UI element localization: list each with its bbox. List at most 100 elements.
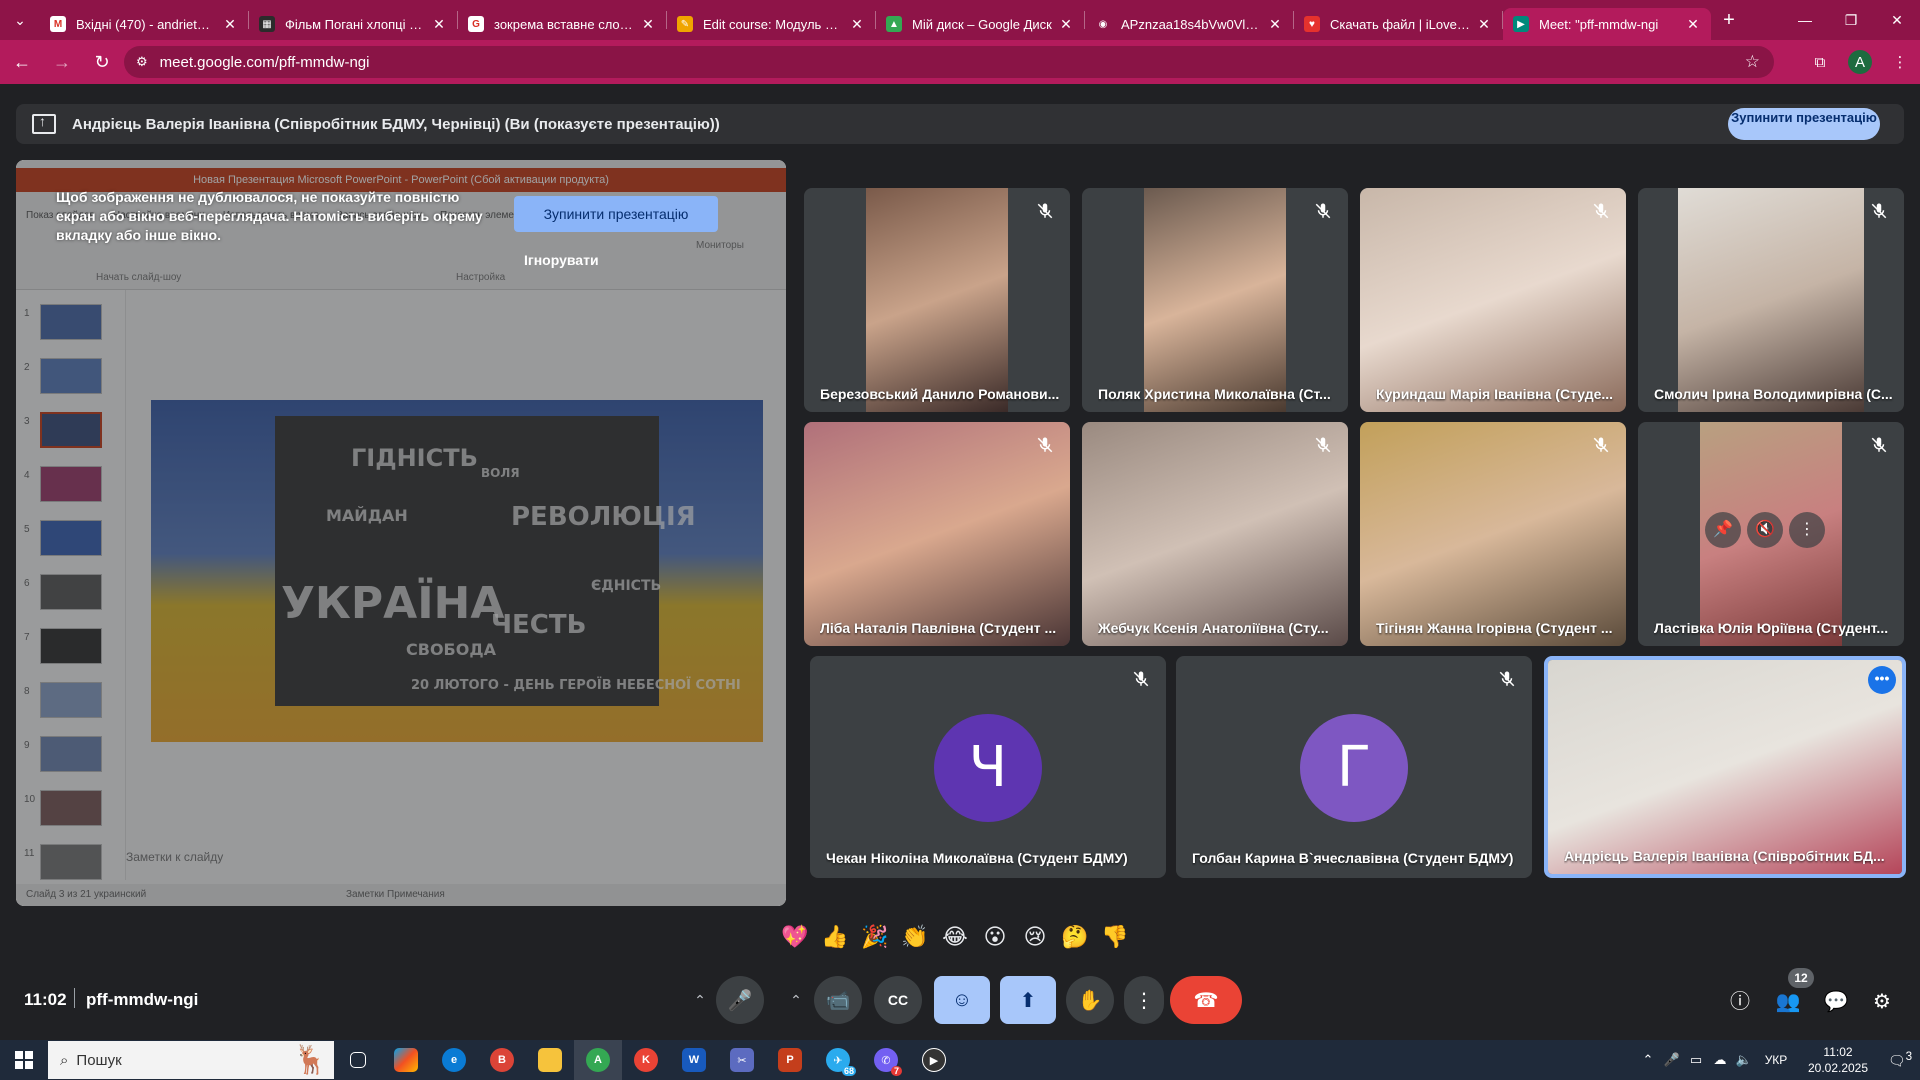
participant-tile[interactable]: Смолич Ірина Володимирівна (С...: [1638, 188, 1904, 412]
edge-icon[interactable]: e: [430, 1040, 478, 1080]
start-button[interactable]: [0, 1040, 48, 1080]
thumbs-down-icon[interactable]: 👎: [1100, 922, 1130, 952]
word-icon[interactable]: W: [670, 1040, 718, 1080]
chrome-profile-k-icon[interactable]: K: [622, 1040, 670, 1080]
language-indicator[interactable]: УКР: [1756, 1053, 1796, 1067]
browser-tab[interactable]: ✎ Edit course: Модуль 1. Іст ✕: [667, 8, 875, 40]
file-explorer-icon[interactable]: [526, 1040, 574, 1080]
battery-icon[interactable]: ▭: [1684, 1052, 1708, 1068]
meeting-details-icon[interactable]: ⓘ: [1724, 986, 1756, 1018]
reload-button[interactable]: ↻: [84, 44, 120, 80]
chat-icon[interactable]: 💬: [1820, 986, 1852, 1018]
browser-menu-icon[interactable]: ⋮: [1880, 53, 1920, 71]
participant-tile[interactable]: Жебчук Ксенія Анатоліївна (Сту...: [1082, 422, 1348, 646]
browser-tab[interactable]: ▦ Фільм Погані хлопці (199 ✕: [249, 8, 457, 40]
close-tab-icon[interactable]: ✕: [222, 16, 238, 33]
people-icon[interactable]: 👥: [1772, 986, 1804, 1018]
warning-stop-presenting-button[interactable]: Зупинити презентацію: [514, 196, 718, 232]
video-options-chevron-icon[interactable]: ⌃: [782, 976, 810, 1024]
browser-tab[interactable]: M Вхідні (470) - andriets.vale ✕: [40, 8, 248, 40]
participant-tile[interactable]: Ліба Наталія Павлівна (Студент ...: [804, 422, 1070, 646]
thumbs-up-icon[interactable]: 👍: [820, 922, 850, 952]
browser-tab[interactable]: ♥ Скачать файл | iLovePDF ✕: [1294, 8, 1502, 40]
audio-options-chevron-icon[interactable]: ⌃: [686, 976, 714, 1024]
chrome-profile-a-icon[interactable]: A: [574, 1040, 622, 1080]
new-tab-button[interactable]: +: [1711, 9, 1747, 32]
mic-muted-icon: [1312, 436, 1334, 458]
raise-hand-button[interactable]: ✋: [1066, 976, 1114, 1024]
participant-tile[interactable]: Ч Чекан Ніколіна Миколаївна (Студент БДМУ…: [810, 656, 1166, 878]
notifications-icon[interactable]: 🗨3: [1880, 1050, 1920, 1070]
browser-tab[interactable]: ◉ APznzaa18s4bVw0VlSoAE ✕: [1085, 8, 1293, 40]
tray-overflow-icon[interactable]: ⌃: [1636, 1052, 1660, 1068]
copilot-icon[interactable]: [382, 1040, 430, 1080]
tile-more-icon[interactable]: ⋮: [1789, 512, 1825, 548]
close-tab-icon[interactable]: ✕: [431, 16, 447, 33]
close-tab-icon[interactable]: ✕: [1058, 16, 1074, 33]
powerpoint-icon[interactable]: P: [766, 1040, 814, 1080]
leave-call-button[interactable]: ☎: [1170, 976, 1242, 1024]
extensions-icon[interactable]: ⧉: [1800, 54, 1840, 71]
tab-search-chevron-icon[interactable]: ⌄: [0, 0, 40, 40]
sad-face-icon[interactable]: 😢: [1020, 922, 1050, 952]
bookmark-star-icon[interactable]: ☆: [1745, 52, 1760, 72]
snipping-tool-icon[interactable]: ✂: [718, 1040, 766, 1080]
self-video-tile[interactable]: ••• Андрієць Валерія Іванівна (Співробітн…: [1544, 656, 1906, 878]
media-player-icon[interactable]: ▶: [910, 1040, 958, 1080]
close-tab-icon[interactable]: ✕: [1685, 16, 1701, 33]
tray-mic-icon[interactable]: 🎤: [1660, 1052, 1684, 1068]
participant-tile[interactable]: Куриндаш Марія Іванівна (Студе...: [1360, 188, 1626, 412]
volume-icon[interactable]: 🔈: [1732, 1052, 1756, 1068]
chrome-profile-b-icon[interactable]: B: [478, 1040, 526, 1080]
taskbar-search[interactable]: ⌕ Пошук 🦌: [48, 1041, 334, 1079]
close-tab-icon[interactable]: ✕: [849, 16, 865, 33]
activities-icon[interactable]: ⚙: [1866, 986, 1898, 1018]
participant-tile[interactable]: Березовський Данило Романови...: [804, 188, 1070, 412]
camera-button[interactable]: 📹: [814, 976, 862, 1024]
close-tab-icon[interactable]: ✕: [640, 16, 656, 33]
reactions-button[interactable]: ☺: [934, 976, 990, 1024]
participant-tile[interactable]: Поляк Христина Миколаївна (Ст...: [1082, 188, 1348, 412]
laughing-face-icon[interactable]: 😂: [940, 922, 970, 952]
minimize-icon[interactable]: —: [1782, 0, 1828, 40]
viber-icon[interactable]: ✆ 7: [862, 1040, 910, 1080]
warning-ignore-button[interactable]: Ігнорувати: [524, 252, 599, 268]
pin-icon[interactable]: 📌: [1705, 512, 1741, 548]
present-now-button[interactable]: ⬆: [1000, 976, 1056, 1024]
mic-muted-icon: [1590, 436, 1612, 458]
clapping-hands-icon[interactable]: 👏: [900, 922, 930, 952]
omnibox[interactable]: ⚙ meet.google.com/pff-mmdw-ngi ☆: [124, 46, 1774, 78]
task-view-icon[interactable]: [334, 1040, 382, 1080]
close-tab-icon[interactable]: ✕: [1476, 16, 1492, 33]
back-button[interactable]: ←: [4, 44, 40, 80]
participant-name: Андрієць Валерія Іванівна (Співробітник …: [1564, 848, 1885, 864]
network-icon[interactable]: ☁: [1708, 1052, 1732, 1068]
close-tab-icon[interactable]: ✕: [1267, 16, 1283, 33]
participant-tile[interactable]: Тігінян Жанна Ігорівна (Студент ...: [1360, 422, 1626, 646]
mute-participant-icon[interactable]: 🔇: [1747, 512, 1783, 548]
thinking-face-icon[interactable]: 🤔: [1060, 922, 1090, 952]
windows-logo-icon: [15, 1051, 33, 1069]
more-options-button[interactable]: ⋮: [1124, 976, 1164, 1024]
surprised-face-icon[interactable]: 😮: [980, 922, 1010, 952]
participant-name: Ліба Наталія Павлівна (Студент ...: [820, 620, 1057, 636]
captions-button[interactable]: CC: [874, 976, 922, 1024]
restore-icon[interactable]: ❐: [1828, 0, 1874, 40]
telegram-icon[interactable]: ✈ 68: [814, 1040, 862, 1080]
self-tile-more-icon[interactable]: •••: [1868, 666, 1896, 694]
profile-avatar[interactable]: A: [1848, 50, 1872, 74]
browser-tab[interactable]: ▲ Мій диск – Google Диск ✕: [876, 8, 1084, 40]
browser-tab[interactable]: Gзокрема вставне слово - ✕: [458, 8, 666, 40]
clock-date[interactable]: 11:02 20.02.2025: [1796, 1044, 1880, 1076]
sparkling-heart-icon[interactable]: 💖: [780, 922, 810, 952]
participant-tile[interactable]: Г Голбан Карина В`ячеславівна (Студент БД…: [1176, 656, 1532, 878]
close-window-icon[interactable]: ✕: [1874, 0, 1920, 40]
microphone-button[interactable]: 🎤: [716, 976, 764, 1024]
tab-title: зокрема вставне слово -: [494, 16, 634, 32]
party-popper-icon[interactable]: 🎉: [860, 922, 890, 952]
site-info-icon[interactable]: ⚙: [136, 54, 148, 70]
stop-presenting-button[interactable]: Зупинити презентацію: [1728, 108, 1880, 140]
browser-tab[interactable]: ▶ Meet: "pff-mmdw-ngi ✕: [1503, 8, 1711, 40]
participant-video: [1144, 188, 1286, 412]
forward-button[interactable]: →: [44, 44, 80, 80]
